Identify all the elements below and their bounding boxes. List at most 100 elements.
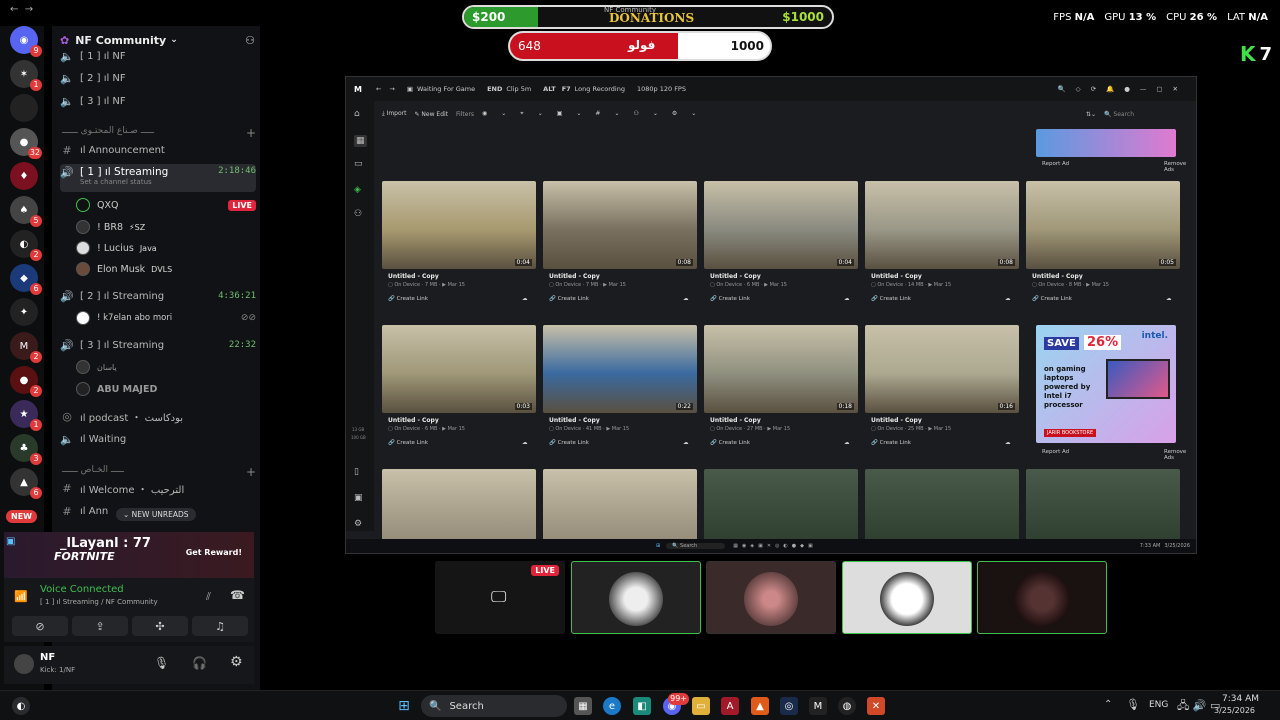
clip-thumbnail[interactable]: 0:04: [382, 181, 536, 269]
clip-card[interactable]: 0:08 Untitled - Copy ▢ On Device · 7 MB · …: [543, 181, 697, 319]
clip-thumbnail[interactable]: 0:08: [865, 181, 1019, 269]
cloud-upload-icon[interactable]: ☁: [844, 440, 850, 446]
noise-suppression-icon[interactable]: ⫽: [206, 590, 211, 604]
clip-thumbnail[interactable]: 0:04: [704, 181, 858, 269]
server-icon[interactable]: ✦: [10, 298, 38, 326]
channel-welcome[interactable]: # ıl Welcome ・ الترحيب: [60, 478, 256, 498]
folder-icon[interactable]: ▭: [692, 697, 710, 715]
clip-card[interactable]: [865, 469, 1019, 539]
server-icon[interactable]: ★ 1: [10, 400, 42, 431]
tray-chevron-icon[interactable]: ⌃: [1104, 699, 1112, 710]
activities-button[interactable]: ✣: [132, 616, 188, 636]
channel-waiting[interactable]: 🔈 ıl Waiting: [60, 429, 256, 449]
channel-streaming-3[interactable]: 🔊[ 3 ] ıl Streaming 22:32: [60, 335, 256, 355]
server-icon[interactable]: ● 2: [10, 366, 42, 397]
cloud-upload-icon[interactable]: ☁: [683, 440, 689, 446]
new-badge[interactable]: NEW: [6, 510, 37, 523]
voice-user[interactable]: ! BR8 ⚡SZ: [76, 217, 145, 237]
report-ad-link[interactable]: Report Ad: [1042, 449, 1069, 455]
camera-tile[interactable]: [706, 561, 836, 634]
cloud-upload-icon[interactable]: ☁: [522, 440, 528, 446]
cloud-upload-icon[interactable]: ☁: [1005, 440, 1011, 446]
voice-user[interactable]: ! k7elan abo mori ⊘⊘: [76, 308, 256, 328]
clip-card[interactable]: [382, 469, 536, 539]
brave-icon[interactable]: ▲: [751, 697, 769, 715]
acrobat-icon[interactable]: A: [721, 697, 739, 715]
filters-button[interactable]: Filters: [456, 111, 474, 118]
import-button[interactable]: ⤓ Import: [382, 110, 406, 118]
create-link-button[interactable]: 🔗 Create Link: [871, 296, 911, 302]
clip-thumbnail[interactable]: 0:16: [865, 325, 1019, 413]
voice-user[interactable]: ياسان: [76, 357, 117, 377]
add-channel-icon[interactable]: +: [246, 465, 256, 479]
clip-card[interactable]: 0:04 Untitled - Copy ▢ On Device · 6 MB · …: [704, 181, 858, 319]
remove-ads-link[interactable]: Remove Ads: [1164, 161, 1192, 173]
clip-card[interactable]: 0:16 Untitled - Copy ▢ On Device · 25 MB ·…: [865, 325, 1019, 463]
discord-home-icon[interactable]: ◉ 9: [10, 26, 42, 57]
clip-card[interactable]: 0:04 Untitled - Copy ▢ On Device · 7 MB · …: [382, 181, 536, 319]
inner-search[interactable]: 🔍 Search: [666, 543, 726, 549]
remove-ads-link[interactable]: Remove Ads: [1164, 449, 1192, 461]
cloud-upload-icon[interactable]: ☁: [1166, 296, 1172, 302]
clip-thumbnail[interactable]: 0:05: [1026, 181, 1180, 269]
voice-user[interactable]: ! Lucius Java: [76, 238, 157, 258]
avatar[interactable]: [14, 654, 34, 674]
server-icon[interactable]: ▲ 6: [10, 468, 42, 499]
server-icon[interactable]: M2: [10, 332, 42, 363]
channel-streaming-2[interactable]: 🔊[ 2 ] ıl Streaming 4:36:21: [60, 286, 256, 306]
voice-user[interactable]: QXQ LIVE: [76, 195, 256, 215]
friends-icon[interactable]: ⚇: [354, 209, 362, 219]
edge-icon[interactable]: e: [603, 697, 621, 715]
server-icon[interactable]: ♠ 5: [10, 196, 42, 227]
clips-icon[interactable]: ▦: [354, 135, 367, 147]
discord-icon[interactable]: ◉ 99+: [663, 693, 689, 715]
server-icon[interactable]: ♣ 3: [10, 434, 42, 465]
camera-tile[interactable]: [842, 561, 972, 634]
get-reward-button[interactable]: Get Reward!: [186, 548, 242, 557]
microphone-icon[interactable]: 🎙: [1126, 698, 1140, 711]
clip-thumbnail[interactable]: [704, 469, 858, 539]
category-private[interactable]: ـــــ الخـاص ــــــ +: [62, 465, 256, 479]
disconnect-icon[interactable]: ☎: [230, 588, 245, 602]
screen-share-button[interactable]: ⇪: [72, 616, 128, 636]
voice-user[interactable]: Elon Musk DVLS: [76, 259, 172, 279]
channel-rank-1[interactable]: 🔈[ 1 ] ıl NF: [60, 46, 256, 66]
create-link-button[interactable]: 🔗 Create Link: [388, 296, 428, 302]
folder-icon[interactable]: ▭: [354, 159, 363, 169]
channel-rank-3[interactable]: 🔈[ 3 ] ıl NF: [60, 91, 256, 111]
camera-tile[interactable]: [571, 561, 701, 634]
phone-icon[interactable]: ▯: [354, 467, 359, 477]
ad-banner[interactable]: [1036, 129, 1176, 157]
create-link-button[interactable]: 🔗 Create Link: [549, 296, 589, 302]
create-link-button[interactable]: 🔗 Create Link: [710, 440, 750, 446]
server-icon[interactable]: [10, 94, 38, 122]
cloud-upload-icon[interactable]: ☁: [1005, 296, 1011, 302]
clip-card[interactable]: [1026, 469, 1180, 539]
create-link-button[interactable]: 🔗 Create Link: [1032, 296, 1072, 302]
channel-streaming-1[interactable]: 🔊 [ 1 ] ıl Streaming Set a channel status…: [60, 164, 256, 192]
voice-user[interactable]: ABU MAJED: [76, 379, 157, 399]
channel-rank-2[interactable]: 🔈[ 2 ] ıl NF: [60, 68, 256, 88]
clip-thumbnail[interactable]: [382, 469, 536, 539]
clip-card[interactable]: 0:03 Untitled - Copy ▢ On Device · 6 MB · …: [382, 325, 536, 463]
clip-card[interactable]: 0:08 Untitled - Copy ▢ On Device · 14 MB ·…: [865, 181, 1019, 319]
ad-banner[interactable]: SAVE 26% intel. on gaming laptops powered b…: [1036, 325, 1176, 443]
headphones-icon[interactable]: 🎧: [192, 656, 207, 670]
settings-gear-icon[interactable]: ⚙: [354, 519, 362, 529]
taskbar-search-input[interactable]: 🔍 Search: [421, 695, 567, 717]
channel-announcement[interactable]: # ıl Announcement: [60, 140, 256, 160]
cloud-upload-icon[interactable]: ☁: [844, 296, 850, 302]
server-icon[interactable]: ◐ 2: [10, 230, 42, 261]
clip-thumbnail[interactable]: 0:18: [704, 325, 858, 413]
clip-thumbnail[interactable]: [865, 469, 1019, 539]
add-member-icon[interactable]: ⚇: [245, 34, 255, 47]
create-link-button[interactable]: 🔗 Create Link: [549, 440, 589, 446]
cloud-upload-icon[interactable]: ☁: [683, 296, 689, 302]
screen-share-tile[interactable]: LIVE 🖵: [435, 561, 565, 634]
report-ad-link[interactable]: Report Ad: [1042, 161, 1069, 167]
microphone-icon[interactable]: 🎙: [154, 656, 169, 670]
new-unreads-pill[interactable]: ⌄ NEW UNREADS: [116, 508, 196, 521]
clip-thumbnail[interactable]: 0:08: [543, 181, 697, 269]
obs-icon[interactable]: ◍: [838, 697, 856, 715]
add-channel-icon[interactable]: +: [246, 126, 256, 140]
